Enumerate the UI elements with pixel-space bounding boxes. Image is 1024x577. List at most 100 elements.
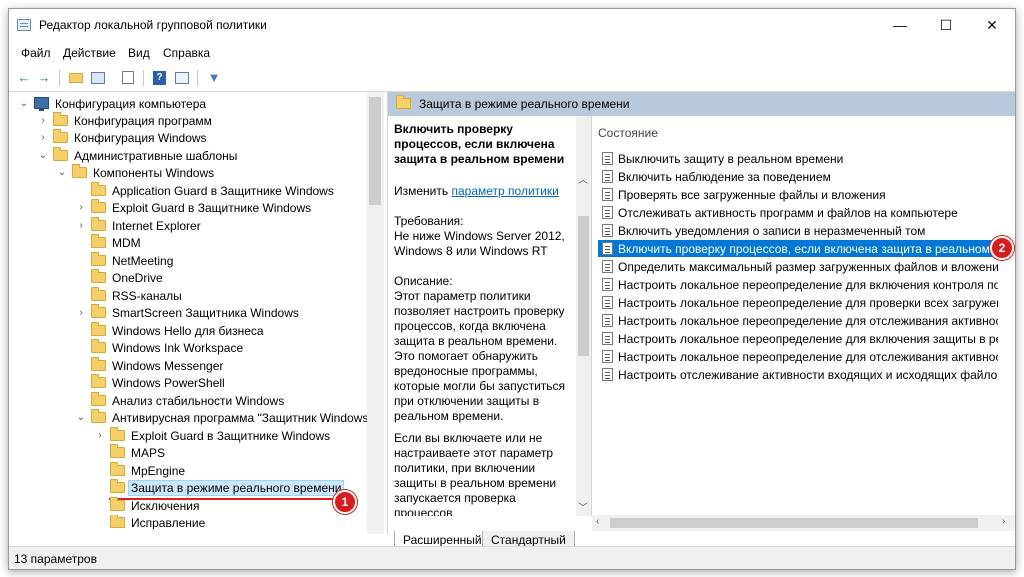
tree-scrollbar[interactable] (367, 92, 384, 534)
policy-label: Проверять все загруженные файлы и вложен… (618, 188, 886, 202)
tree-item-label: Компоненты Windows (93, 166, 215, 180)
tree-item[interactable]: ⌄ Административные шаблоны (9, 147, 365, 165)
description-scrollbar[interactable]: ︿ ﹀ (576, 116, 591, 516)
tree-item[interactable]: ⌄ Компоненты Windows (9, 164, 365, 182)
tree-item-label: Windows Messenger (112, 359, 224, 373)
description-label: Описание: (394, 274, 453, 288)
tree-item[interactable]: MAPS (9, 444, 365, 462)
tree-item[interactable]: OneDrive (9, 269, 365, 287)
policy-row[interactable]: Настроить отслеживание активности входящ… (598, 366, 998, 383)
expand-chevron-icon[interactable]: › (38, 115, 48, 126)
up-folder-icon[interactable] (67, 69, 85, 87)
tree-item[interactable]: › Exploit Guard в Защитнике Windows (9, 199, 365, 217)
tree-item-realtime-protection[interactable]: Защита в режиме реального времени (9, 479, 365, 497)
edit-policy-line: Изменить параметр политики (394, 184, 579, 199)
show-hide-tree-icon[interactable] (89, 69, 107, 87)
tree-item[interactable]: MpEngine (9, 462, 365, 480)
tree-item[interactable]: › SmartScreen Защитника Windows (9, 304, 365, 322)
tree-item-label: Конфигурация компьютера (55, 97, 207, 111)
tree-item-label: Антивирусная программа "Защитник Windows… (112, 411, 373, 425)
folder-icon (396, 95, 411, 109)
policy-row[interactable]: Определить максимальный размер загруженн… (598, 258, 998, 275)
tree-item-label: MAPS (131, 446, 166, 460)
tree-item[interactable]: RSS-каналы (9, 287, 365, 305)
policy-row[interactable]: Включить уведомления о записи в неразмеч… (598, 222, 998, 239)
menu-help[interactable]: Справка (163, 46, 210, 60)
tree-item[interactable]: Исключения (9, 497, 365, 515)
tree-item[interactable]: Windows Hello для бизнеса (9, 322, 365, 340)
tree-item[interactable]: › Exploit Guard в Защитнике Windows (9, 427, 365, 445)
scrollbar-thumb[interactable] (578, 216, 589, 356)
toolbar-separator (197, 70, 198, 86)
folder-icon (91, 374, 106, 388)
policy-title: Включить проверку процессов, если включе… (394, 122, 565, 166)
expand-chevron-icon[interactable]: › (76, 220, 86, 231)
policy-row[interactable]: Настроить локальное переопределение для … (598, 294, 998, 311)
policy-label: Настроить локальное переопределение для … (618, 350, 998, 364)
collapse-chevron-icon[interactable]: ⌄ (38, 150, 48, 161)
menu-file[interactable]: Файл (21, 46, 51, 60)
expand-chevron-icon[interactable]: › (95, 430, 105, 441)
policy-row[interactable]: Отслеживать активность программ и файлов… (598, 204, 998, 221)
menu-view[interactable]: Вид (128, 46, 150, 60)
policy-row[interactable]: Проверять все загруженные файлы и вложен… (598, 186, 998, 203)
expand-chevron-icon[interactable]: › (76, 202, 86, 213)
close-button[interactable]: ✕ (969, 9, 1015, 42)
tree-item[interactable]: › Internet Explorer (9, 217, 365, 235)
tree-item[interactable]: NetMeeting (9, 252, 365, 270)
tree-item[interactable]: ⌄ Антивирусная программа "Защитник Windo… (9, 409, 373, 427)
tree-item[interactable]: Windows Messenger (9, 357, 365, 375)
minimize-button[interactable]: — (877, 9, 923, 42)
collapse-chevron-icon[interactable]: ⌄ (19, 98, 29, 109)
menu-action[interactable]: Действие (63, 46, 116, 60)
expand-chevron-icon[interactable]: › (38, 132, 48, 143)
edit-policy-link[interactable]: параметр политики (451, 184, 558, 198)
tree-item[interactable]: › Конфигурация Windows (9, 129, 365, 147)
scrollbar-thumb[interactable] (610, 518, 978, 528)
column-header-state[interactable]: Состояние (598, 126, 658, 140)
scrollbar-thumb[interactable] (369, 97, 381, 205)
policy-row[interactable]: Включить наблюдение за поведением (598, 168, 998, 185)
policy-label: Включить проверку процессов, если включе… (618, 242, 998, 256)
help-icon[interactable]: ? (151, 69, 169, 87)
export-list-icon[interactable] (119, 69, 137, 87)
tree-item[interactable]: Исправление (9, 515, 365, 529)
tree-item[interactable]: MDM (9, 234, 365, 252)
policy-label: Определить максимальный размер загруженн… (618, 260, 998, 274)
policy-row[interactable]: Настроить локальное переопределение для … (598, 312, 998, 329)
collapse-chevron-icon[interactable]: ⌄ (76, 412, 86, 423)
policy-row[interactable]: Выключить защиту в реальном времени (598, 150, 998, 167)
back-arrow-icon[interactable]: ← (15, 69, 33, 87)
tree-item-computer-config[interactable]: ⌄ Конфигурация компьютера (9, 96, 365, 113)
tree-item-label: OneDrive (112, 271, 163, 285)
tree-item[interactable]: Windows PowerShell (9, 374, 365, 392)
policy-row[interactable]: Настроить локальное переопределение для … (598, 276, 998, 293)
policy-row[interactable]: Настроить локальное переопределение для … (598, 330, 998, 347)
scroll-right-icon[interactable]: › (1002, 516, 1005, 527)
folder-icon (110, 479, 125, 493)
policy-row-selected[interactable]: Включить проверку процессов, если включе… (598, 240, 998, 257)
description-text-2: Если вы включаете или не настраиваете эт… (394, 431, 557, 516)
scroll-up-icon[interactable]: ︿ (578, 171, 588, 186)
properties-icon[interactable] (173, 69, 191, 87)
folder-icon (110, 462, 125, 476)
folder-icon (91, 409, 106, 423)
tree-item[interactable]: Windows Ink Workspace (9, 339, 365, 357)
policy-setting-icon (602, 368, 613, 381)
scroll-down-icon[interactable]: ﹀ (578, 499, 588, 514)
policy-row[interactable]: Настроить локальное переопределение для … (598, 348, 998, 365)
tree-item[interactable]: › Конфигурация программ (9, 112, 365, 130)
expand-chevron-icon[interactable]: › (76, 307, 86, 318)
tree-item[interactable]: Application Guard в Защитнике Windows (9, 182, 365, 200)
filter-icon[interactable]: ▼ (205, 69, 223, 87)
menu-bar: Файл Действие Вид Справка (9, 42, 1015, 64)
horizontal-scrollbar[interactable]: ‹ › (592, 515, 1015, 531)
collapse-chevron-icon[interactable]: ⌄ (57, 167, 67, 178)
tree-item-label: Анализ стабильности Windows (112, 394, 285, 408)
scroll-left-icon[interactable]: ‹ (596, 516, 599, 527)
folder-icon (91, 252, 106, 266)
policy-label: Включить наблюдение за поведением (618, 170, 831, 184)
forward-arrow-icon[interactable]: → (35, 69, 53, 87)
maximize-button[interactable]: ☐ (923, 9, 969, 42)
tree-item[interactable]: Анализ стабильности Windows (9, 392, 365, 410)
